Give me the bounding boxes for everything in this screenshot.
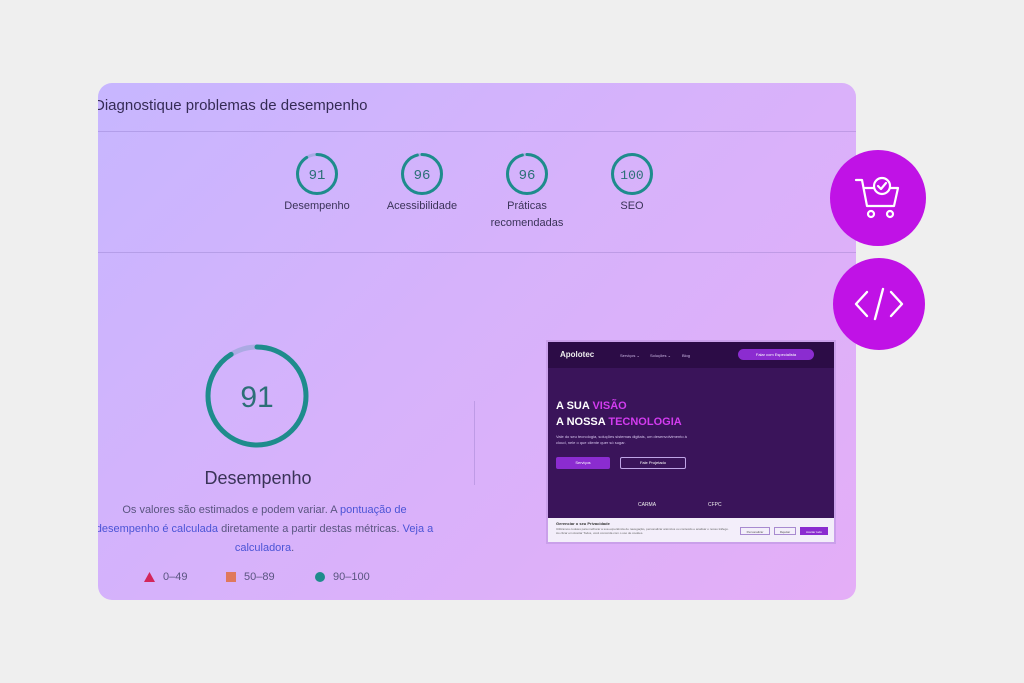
page-title: Diagnostique problemas de desempenho — [98, 97, 368, 114]
cookie-title: Gerenciar o seu Privacidade — [556, 521, 610, 526]
description-text: diretamente a partir destas métricas. — [218, 523, 403, 535]
cookie-button: Personalizar — [740, 527, 770, 535]
legend-label: 90–100 — [333, 571, 370, 583]
legend-item-pass: 90–100 — [315, 571, 370, 583]
thumbnail-brand: Apolotec — [560, 350, 595, 359]
gauge-label: Desempenho — [284, 200, 350, 212]
legend-label: 0–49 — [163, 571, 188, 583]
gauge-value: 96 — [414, 168, 431, 184]
headline-accent: TECNOLOGIA — [608, 416, 682, 428]
score-gauge-best-practices[interactable]: 96 Práticas recomendadas — [475, 152, 579, 232]
legend-label: 50–89 — [244, 571, 275, 583]
gauge-ring: 91 — [296, 153, 338, 195]
thumbnail-menu-item: Soluções ⌄ — [650, 353, 671, 358]
thumbnail-headline-1: A SUA VISÃO — [556, 400, 627, 412]
shopping-cart-button[interactable] — [830, 150, 926, 246]
main-score-value: 91 — [240, 381, 273, 414]
thumbnail-primary-button: Serviços — [556, 457, 610, 469]
circle-icon — [315, 572, 325, 582]
thumbnail-logo: CFPC — [708, 502, 722, 508]
thumbnail-logo: CARMA — [638, 502, 657, 508]
headline-text: A SUA — [556, 400, 593, 412]
cookie-button: Rejeitar — [774, 527, 796, 535]
description-text: . — [291, 542, 295, 554]
thumbnail-nav: Apolotec Serviços ⌄ Soluções ⌄ Blog Fala… — [548, 342, 834, 368]
score-gauge-seo[interactable]: 100 SEO — [580, 152, 684, 215]
gauge-label: Práticas recomendadas — [490, 200, 564, 229]
thumbnail-menu-item: Blog — [682, 353, 691, 358]
gauge-ring: 96 — [506, 153, 548, 195]
thumbnail-headline-2: A NOSSA TECNOLOGIA — [556, 416, 682, 428]
main-score-label: Desempenho — [204, 468, 312, 488]
legend-item-average: 50–89 — [226, 571, 275, 583]
vertical-divider — [474, 401, 475, 485]
square-icon — [226, 572, 236, 582]
main-performance-gauge: 91 — [205, 344, 309, 448]
cookie-button: Aceitar tudo — [800, 527, 828, 535]
thumbnail-nav-button: Falar com Especialista — [738, 349, 814, 360]
score-description: Os valores são estimados e podem variar.… — [98, 501, 437, 558]
gauge-label: Acessibilidade — [386, 200, 458, 212]
thumbnail-subtext: Vale do seu tecnologia, soluções sistema… — [556, 434, 687, 445]
thumbnail-cookie-banner: Gerenciar o seu Privacidade Utilizamos c… — [548, 518, 834, 542]
legend-item-fail: 0–49 — [144, 571, 187, 583]
cookie-text: Utilizamos cookies para melhorar a sua e… — [556, 527, 729, 535]
gauge-value: 96 — [519, 168, 536, 184]
triangle-icon — [144, 572, 155, 582]
score-gauge-accessibility[interactable]: 96 Acessibilidade — [370, 152, 474, 215]
gauge-value: 91 — [309, 168, 326, 184]
thumbnail-secondary-button: Fale Projetado — [620, 457, 686, 469]
score-gauge-performance[interactable]: 91 Desempenho — [265, 152, 369, 215]
headline-accent: VISÃO — [592, 400, 627, 412]
thumbnail-menu-item: Serviços ⌄ — [620, 353, 640, 358]
description-text: Os valores são estimados e podem variar.… — [122, 504, 340, 516]
gauge-label: SEO — [620, 200, 644, 212]
shopping-cart-check-icon — [854, 176, 900, 219]
divider — [98, 131, 856, 132]
gauge-ring: 100 — [611, 153, 653, 195]
gauge-ring: 96 — [401, 153, 443, 195]
headline-text: A NOSSA — [556, 416, 609, 428]
gauge-value: 100 — [620, 168, 643, 183]
code-icon — [854, 287, 904, 321]
code-button[interactable] — [833, 258, 925, 350]
divider — [98, 252, 856, 253]
page-screenshot-thumbnail: Apolotec Serviços ⌄ Soluções ⌄ Blog Fala… — [546, 340, 836, 544]
